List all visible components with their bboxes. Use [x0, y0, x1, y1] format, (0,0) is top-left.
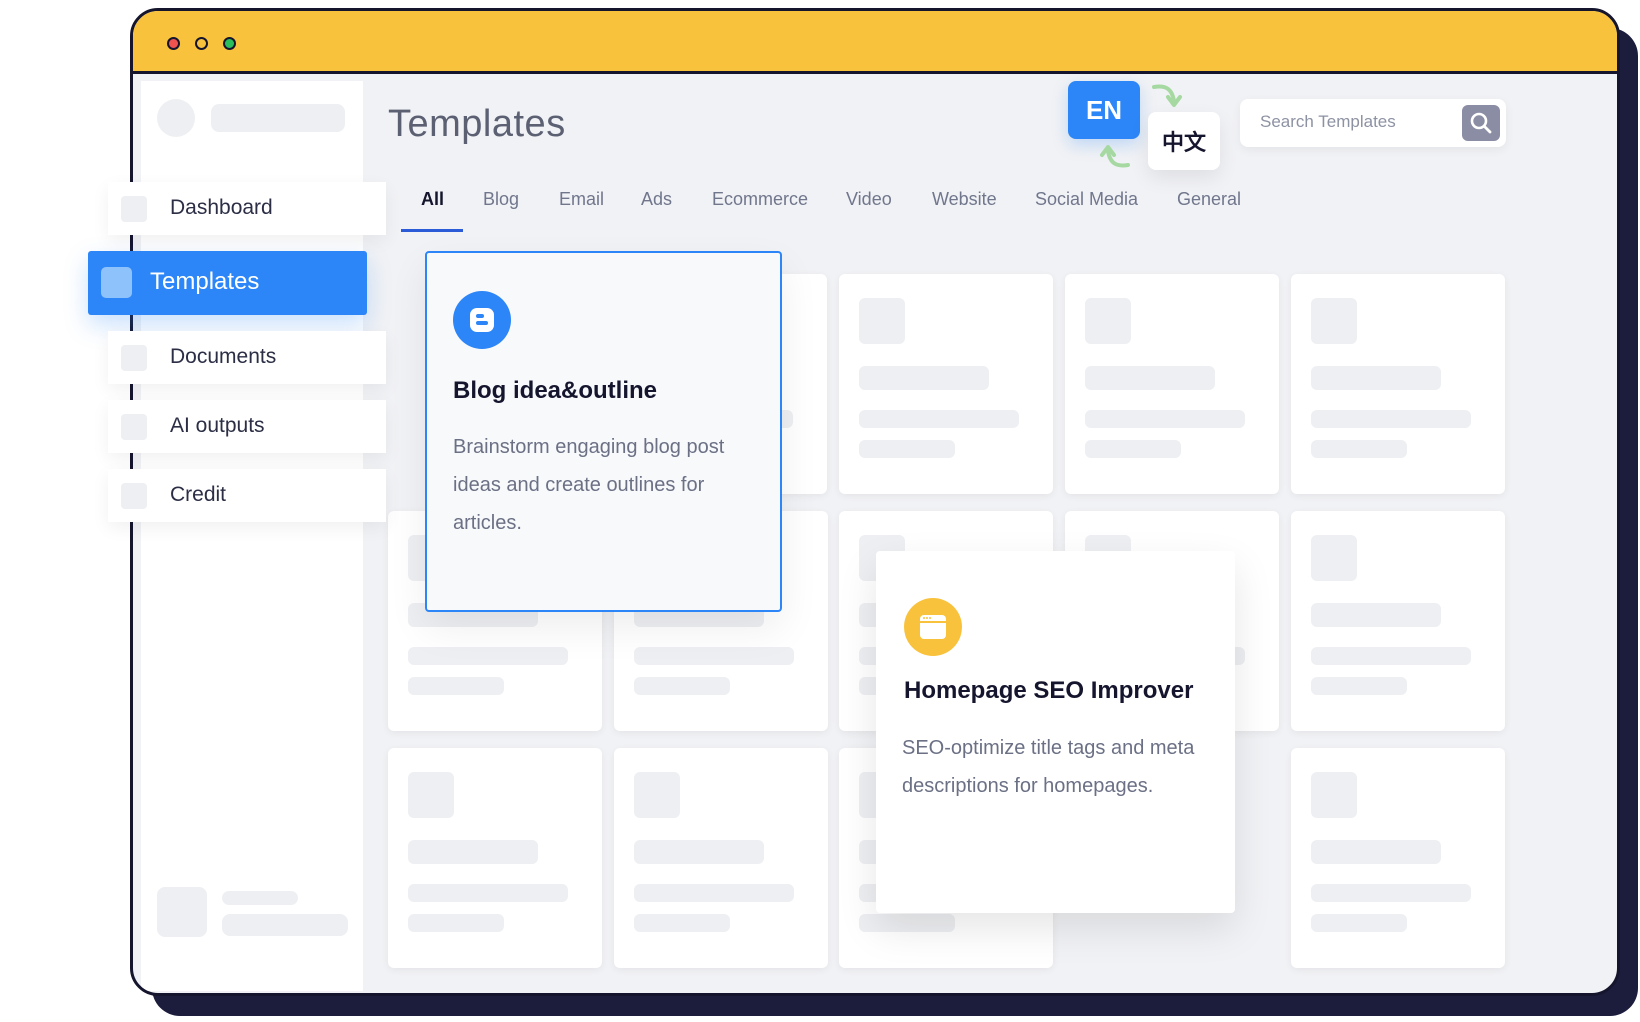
template-card-placeholder[interactable] [388, 748, 602, 968]
template-description: SEO-optimize title tags and meta descrip… [902, 737, 1195, 797]
nav-icon-placeholder [121, 414, 147, 440]
sidebar-item-label: Templates [150, 268, 260, 295]
blogger-icon [453, 291, 511, 349]
template-card-placeholder[interactable] [1291, 511, 1505, 731]
tab-all[interactable]: All [421, 189, 444, 210]
sidebar-item-templates[interactable]: Templates [88, 251, 367, 315]
tab-website[interactable]: Website [932, 189, 997, 210]
swap-arrow-up-icon [1100, 145, 1130, 168]
tab-social-media[interactable]: Social Media [1035, 189, 1138, 210]
search-input[interactable] [1258, 111, 1462, 133]
nav-icon-placeholder [121, 483, 147, 509]
template-card-blog-idea[interactable]: Blog idea&outline Brainstorm engaging bl… [425, 251, 782, 612]
tab-email[interactable]: Email [559, 189, 604, 210]
template-title: Homepage SEO Improver [904, 677, 1194, 704]
footer-avatar-placeholder [157, 887, 207, 937]
footer-line-placeholder [222, 891, 298, 905]
username-placeholder [211, 104, 345, 132]
language-en-button[interactable]: EN [1068, 81, 1140, 139]
minimize-window-button[interactable] [195, 37, 208, 50]
template-card-placeholder[interactable] [614, 748, 828, 968]
tab-general[interactable]: General [1177, 189, 1241, 210]
maximize-window-button[interactable] [223, 37, 236, 50]
sidebar-item-ai-outputs[interactable]: AI outputs [108, 400, 386, 453]
tab-ecommerce[interactable]: Ecommerce [712, 189, 808, 210]
search-bar [1240, 99, 1506, 147]
template-description: Brainstorm engaging blog post ideas and … [453, 436, 725, 534]
sidebar-item-label: Credit [170, 483, 227, 506]
search-icon [1470, 112, 1492, 134]
template-card-placeholder[interactable] [1065, 274, 1279, 494]
sidebar-item-label: Dashboard [170, 196, 273, 219]
close-window-button[interactable] [167, 37, 180, 50]
nav-icon-placeholder [121, 345, 147, 371]
template-card-placeholder[interactable] [839, 274, 1053, 494]
sidebar-item-credit[interactable]: Credit [108, 469, 386, 522]
sidebar-item-label: Documents [170, 345, 277, 368]
template-card-placeholder[interactable] [1291, 748, 1505, 968]
nav-icon-placeholder [121, 196, 147, 222]
active-tab-indicator [401, 229, 463, 232]
footer-line-placeholder [222, 914, 348, 936]
sidebar-item-label: AI outputs [170, 414, 265, 437]
search-button[interactable] [1462, 105, 1500, 141]
language-zh-button[interactable]: 中文 [1148, 112, 1220, 170]
sidebar-item-documents[interactable]: Documents [108, 331, 386, 384]
swap-arrow-down-icon [1152, 84, 1182, 107]
nav-icon-placeholder [101, 267, 132, 298]
window-titlebar [133, 11, 1617, 74]
template-card-homepage-seo[interactable]: Homepage SEO Improver SEO-optimize title… [876, 551, 1235, 913]
page-title: Templates [388, 103, 566, 145]
tab-blog[interactable]: Blog [483, 189, 519, 210]
browser-window-icon [904, 598, 962, 656]
tab-ads[interactable]: Ads [641, 189, 672, 210]
tab-video[interactable]: Video [846, 189, 892, 210]
template-card-placeholder[interactable] [1291, 274, 1505, 494]
avatar-placeholder [157, 99, 195, 137]
sidebar-item-dashboard[interactable]: Dashboard [108, 182, 386, 235]
template-title: Blog idea&outline [453, 377, 657, 404]
